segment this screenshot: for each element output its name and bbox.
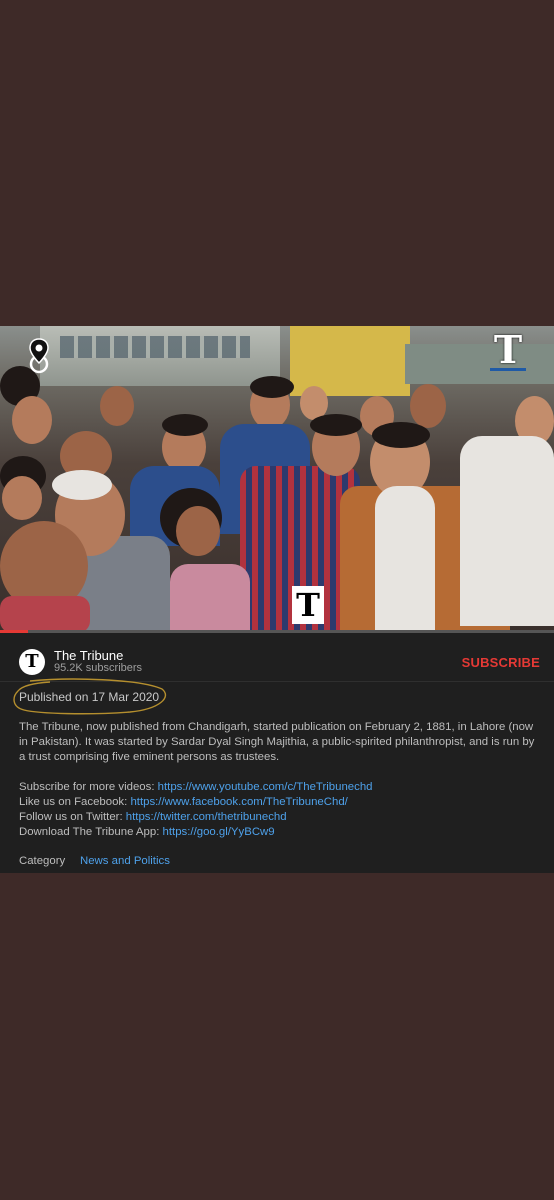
link-prefix: Like us on Facebook: [19,796,131,808]
location-pin-icon [29,338,49,374]
link-prefix: Follow us on Twitter: [19,811,126,823]
link-prefix: Subscribe for more videos: [19,781,158,793]
published-date: Published on 17 Mar 2020 [19,690,160,704]
description-link[interactable]: https://twitter.com/thetribunechd [126,811,287,823]
logo-underline [490,368,526,371]
tribune-watermark-icon: T [292,586,324,624]
channel-row[interactable]: T The Tribune 95.2K subscribers SUBSCRIB… [0,633,554,682]
description-link-row: Like us on Facebook: https://www.faceboo… [19,795,539,810]
category-link[interactable]: News and Politics [80,855,170,867]
description-link-row: Follow us on Twitter: https://twitter.co… [19,810,539,825]
description-link-row: Subscribe for more videos: https://www.y… [19,780,539,795]
tribune-logo-icon: T [493,327,523,372]
channel-avatar[interactable]: T [19,649,45,675]
video-player[interactable]: T T [0,326,554,633]
link-prefix: Download The Tribune App: [19,826,163,838]
video-description: The Tribune, now published from Chandiga… [19,720,539,779]
subscriber-count: 95.2K subscribers [54,662,143,674]
category-label: Category [19,855,66,867]
description-link[interactable]: https://goo.gl/YyBCw9 [163,826,275,838]
subscribe-button[interactable]: SUBSCRIBE [462,655,540,670]
video-crowd-scene [0,326,554,633]
description-link[interactable]: https://www.youtube.com/c/TheTribunechd [158,781,373,793]
channel-name[interactable]: The Tribune [54,648,123,663]
description-link[interactable]: https://www.facebook.com/TheTribuneChd/ [130,796,347,808]
description-link-row: Download The Tribune App: https://goo.gl… [19,825,539,840]
description-links: Subscribe for more videos: https://www.y… [19,780,539,840]
video-info-panel: T The Tribune 95.2K subscribers SUBSCRIB… [0,633,554,873]
description-paragraph: The Tribune, now published from Chandiga… [19,721,535,763]
